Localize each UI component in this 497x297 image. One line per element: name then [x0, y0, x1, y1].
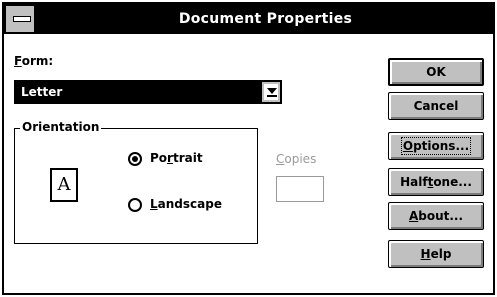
radio-selected-dot [132, 156, 138, 162]
halftone-button[interactable]: Halftone... [388, 168, 484, 196]
portrait-label[interactable]: Portrait [150, 151, 203, 165]
orientation-group-label: Orientation [20, 120, 102, 134]
chevron-down-icon [267, 88, 277, 94]
landscape-radio[interactable] [128, 198, 142, 212]
copies-label: Copies [276, 152, 317, 166]
portrait-page-icon: A [50, 168, 78, 202]
form-selected-value: Letter [21, 85, 63, 99]
window-title: Document Properties [178, 11, 353, 27]
options-button[interactable]: Options... [388, 132, 484, 160]
copies-field[interactable] [276, 176, 324, 202]
about-button[interactable]: About... [388, 202, 484, 230]
system-menu-button[interactable] [6, 6, 36, 32]
ok-button[interactable]: OK [388, 58, 484, 86]
landscape-label[interactable]: Landscape [150, 197, 222, 211]
system-menu-icon [13, 16, 31, 22]
cancel-button[interactable]: Cancel [388, 92, 484, 120]
form-label: Form: [14, 54, 54, 68]
help-button[interactable]: Help [388, 240, 484, 268]
dropdown-arrow-button[interactable] [262, 82, 280, 102]
portrait-radio[interactable] [128, 152, 142, 166]
title-bar: Document Properties [4, 4, 493, 34]
form-dropdown[interactable]: Letter [14, 80, 282, 104]
